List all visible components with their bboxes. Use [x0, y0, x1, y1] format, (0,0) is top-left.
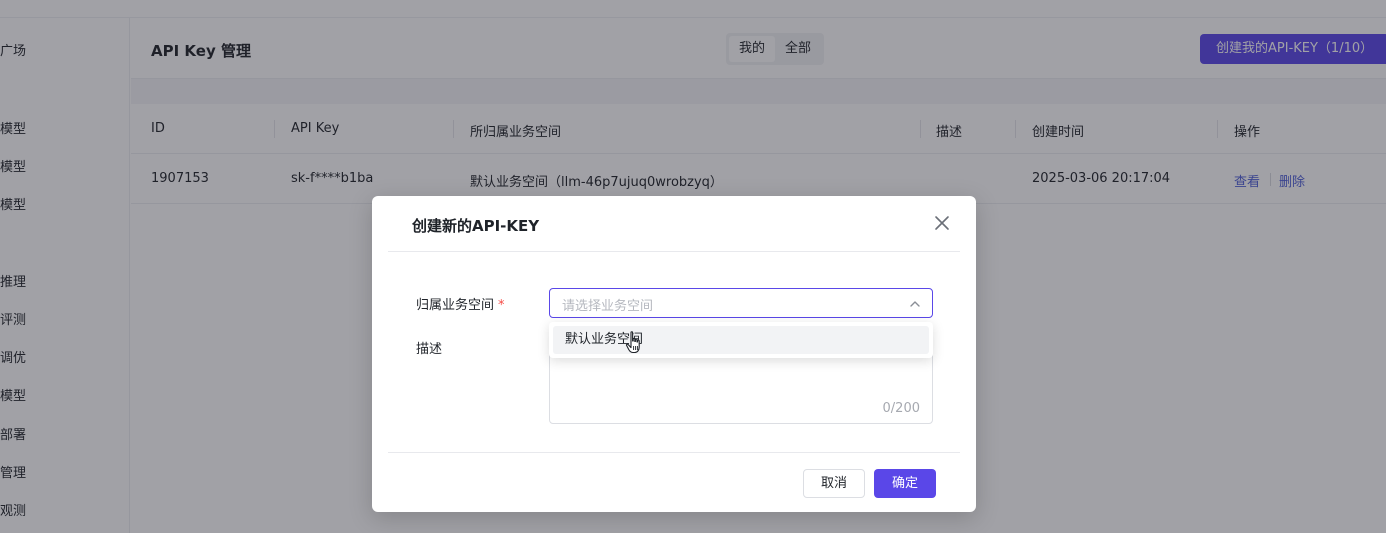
create-api-key-dialog: 创建新的API-KEY 归属业务空间 * 请选择业务空间 描述 0/200 默认业…: [372, 196, 976, 512]
workspace-option-default[interactable]: 默认业务空间: [553, 326, 929, 354]
workspace-select[interactable]: 请选择业务空间: [549, 288, 933, 318]
description-char-counter: 0/200: [882, 401, 920, 416]
workspace-label-text: 归属业务空间: [416, 298, 495, 313]
workspace-select-placeholder: 请选择业务空间: [562, 299, 654, 314]
chevron-up-icon: [909, 298, 921, 310]
dialog-footer-divider: [388, 452, 960, 453]
workspace-field-label: 归属业务空间 *: [416, 294, 505, 313]
dialog-header-divider: [388, 251, 960, 252]
required-mark: *: [498, 298, 505, 313]
description-field-label: 描述: [416, 342, 443, 357]
confirm-button[interactable]: 确定: [874, 469, 936, 498]
dialog-title: 创建新的API-KEY: [412, 217, 540, 235]
workspace-dropdown: 默认业务空间: [549, 322, 933, 358]
app-root: 广场 模型 模型 模型 推理 评测 调优 模型 部署 管理 观测 API Key…: [0, 0, 1386, 533]
hand-pointer-cursor-icon: [624, 330, 646, 356]
cancel-button[interactable]: 取消: [803, 469, 865, 498]
close-icon[interactable]: [932, 213, 952, 233]
